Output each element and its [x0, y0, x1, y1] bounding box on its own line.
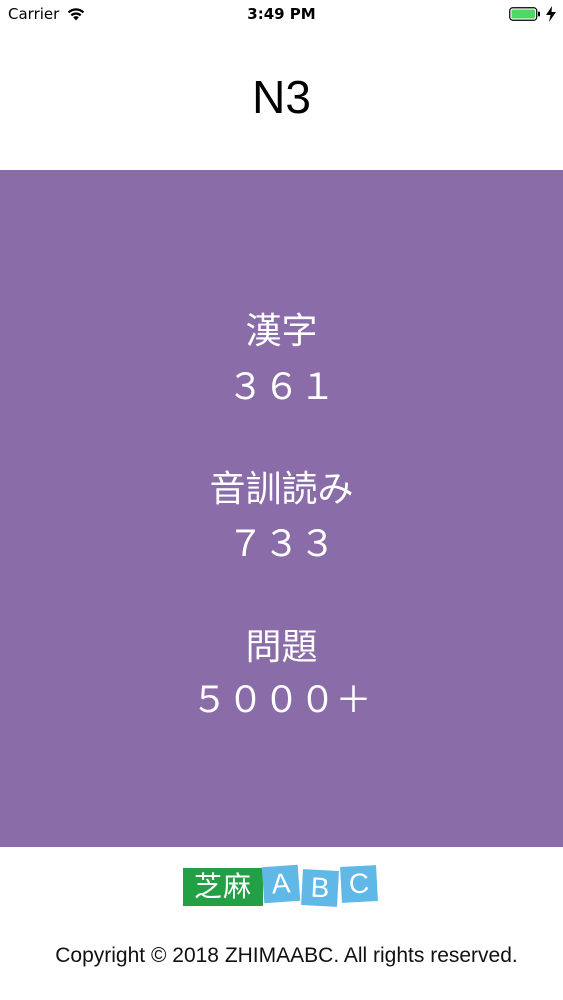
logo-letter-c: C — [340, 865, 378, 903]
status-time: 3:49 PM — [247, 5, 316, 23]
stats-panel: 漢字 ３６１ 音訓読み ７３３ 問題 ５０００＋ — [0, 170, 563, 847]
zhimaabc-logo: 芝麻 A B C — [183, 864, 379, 908]
logo-chinese-text: 芝麻 — [183, 868, 263, 906]
logo-letter-b: B — [301, 869, 339, 907]
stat-label-questions: 問題 — [245, 627, 318, 668]
logo-letter-a: A — [261, 864, 301, 904]
stat-label-kanji: 漢字 — [245, 311, 318, 352]
bolt-icon — [546, 6, 556, 22]
stat-value-readings: ７３３ — [227, 524, 336, 565]
battery-icon — [509, 7, 540, 21]
splash-screen: Carrier 3:49 PM N3 漢字 ３６１ 音訓読み ７３３ 問題 ５０… — [0, 0, 563, 1000]
status-bar: Carrier 3:49 PM — [0, 0, 563, 30]
stat-label-readings: 音訓読み — [209, 469, 354, 510]
page-title: N3 — [252, 71, 311, 123]
stat-value-questions: ５０００＋ — [191, 680, 372, 721]
copyright-text: Copyright © 2018 ZHIMAABC. All rights re… — [55, 944, 518, 967]
stat-value-kanji: ３６１ — [227, 367, 336, 408]
